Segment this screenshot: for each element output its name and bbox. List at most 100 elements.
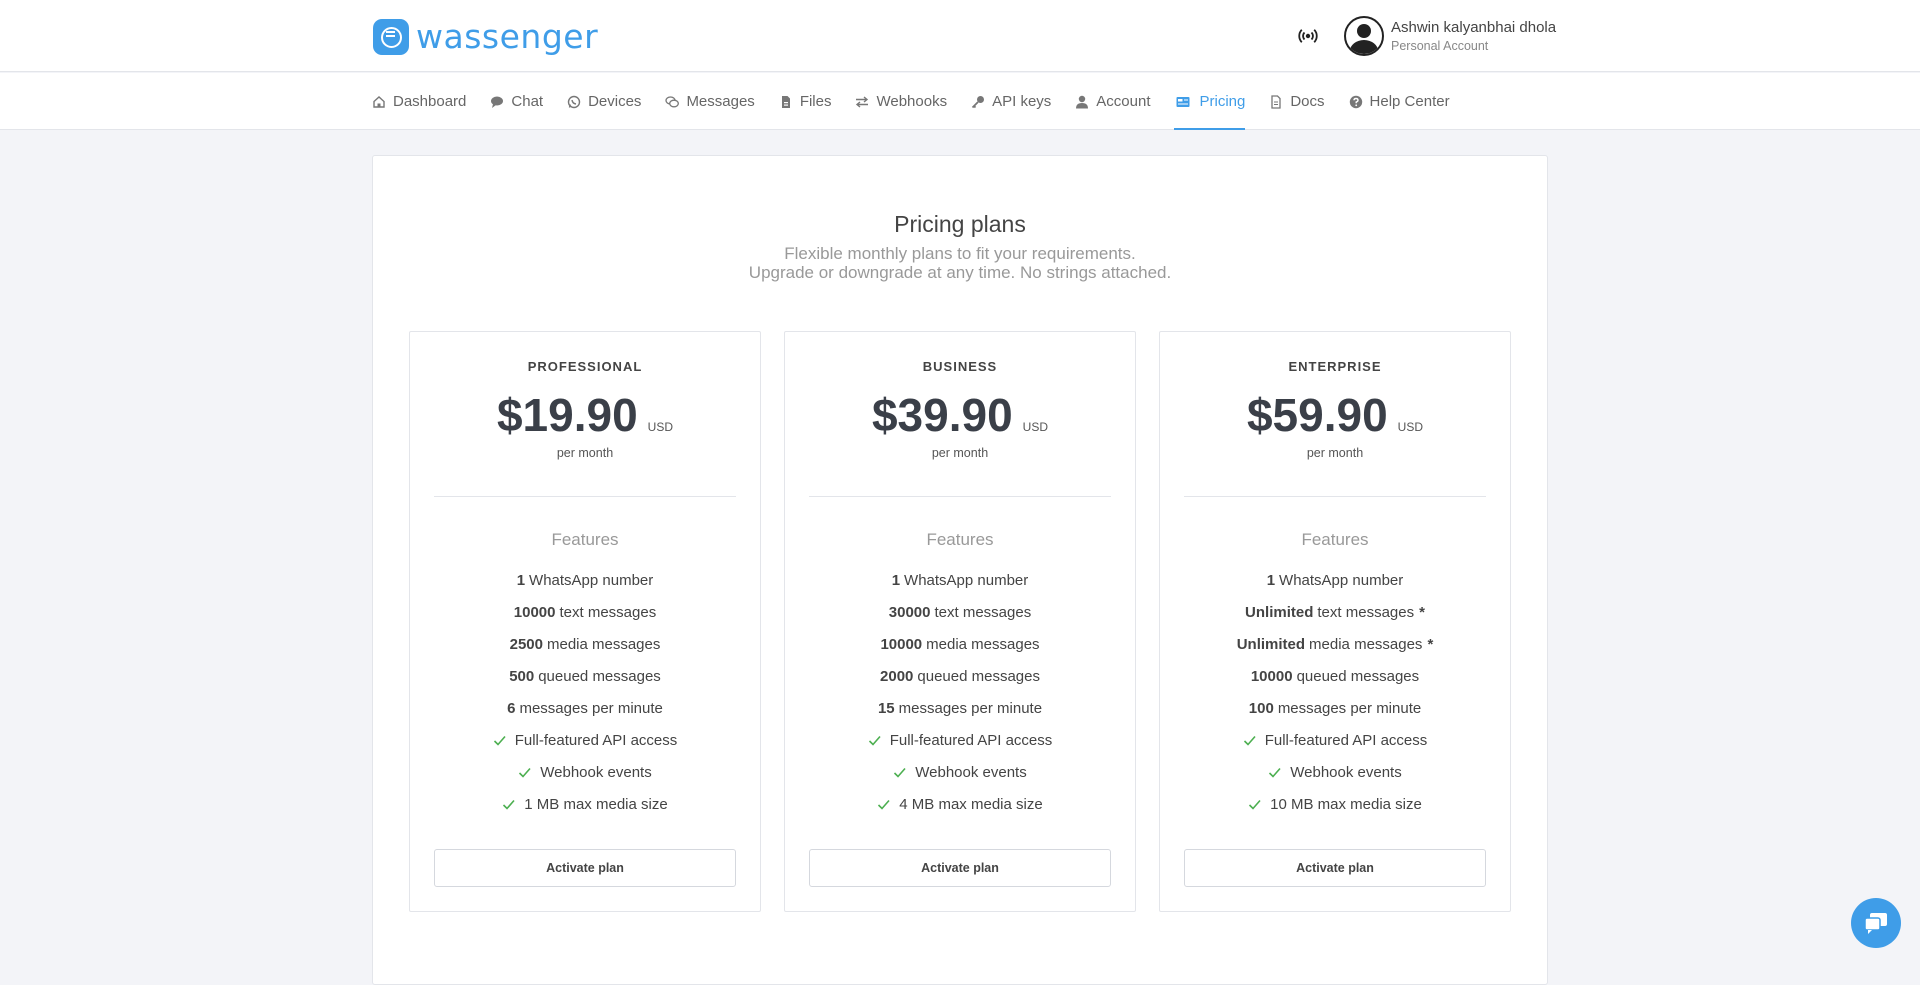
nav-messages[interactable]: Messages bbox=[665, 73, 755, 130]
features-title: Features bbox=[551, 530, 619, 549]
whatsapp-icon bbox=[567, 95, 581, 108]
plan-card-business: BUSINESS $39.90 USD per month Features 1… bbox=[784, 331, 1136, 912]
plan-currency: USD bbox=[1397, 420, 1424, 434]
subtitle-line: Flexible monthly plans to fit your requi… bbox=[784, 244, 1136, 263]
feature-text: media messages bbox=[1309, 635, 1423, 653]
logo[interactable]: wassenger bbox=[373, 17, 598, 56]
feature-text: 1 MB max media size bbox=[524, 795, 668, 813]
feature-value: 1 bbox=[516, 571, 526, 589]
feature-value: 10000 bbox=[880, 635, 923, 653]
feature-value: 1 bbox=[1266, 571, 1276, 589]
feature-value: 2500 bbox=[509, 635, 543, 653]
feature-text: Webhook events bbox=[540, 763, 652, 781]
check-icon bbox=[519, 767, 531, 778]
feature-value: Unlimited bbox=[1236, 635, 1306, 653]
nav-dashboard[interactable]: Dashboard bbox=[372, 73, 466, 130]
nav-label: API keys bbox=[992, 93, 1052, 110]
nav-webhooks[interactable]: Webhooks bbox=[855, 73, 947, 130]
asterisk-note: * bbox=[1427, 635, 1434, 653]
nav-help-center[interactable]: Help Center bbox=[1349, 73, 1450, 130]
feature-item: 6 messages per minute bbox=[410, 692, 760, 724]
divider bbox=[809, 496, 1111, 497]
feature-value: 6 bbox=[507, 699, 516, 717]
feature-text: text messages bbox=[559, 603, 657, 621]
check-icon bbox=[503, 799, 515, 810]
feature-item: 1 WhatsApp number bbox=[410, 564, 760, 596]
main-nav: Dashboard Chat Devices Messages Files We… bbox=[372, 73, 1474, 130]
chat-icon bbox=[491, 96, 504, 108]
activate-plan-button[interactable]: Activate plan bbox=[809, 849, 1111, 887]
feature-item: Webhook events bbox=[1160, 756, 1510, 788]
activate-plan-button[interactable]: Activate plan bbox=[1184, 849, 1486, 887]
nav-api-keys[interactable]: API keys bbox=[971, 73, 1051, 130]
pricing-panel: Pricing plans Flexible monthly plans to … bbox=[372, 155, 1548, 985]
feature-text: WhatsApp number bbox=[1279, 571, 1404, 589]
avatar[interactable] bbox=[1344, 16, 1384, 56]
nav-docs[interactable]: Docs bbox=[1269, 73, 1325, 130]
feature-text: queued messages bbox=[1296, 667, 1420, 685]
plan-period: per month bbox=[931, 446, 989, 460]
nav-files[interactable]: Files bbox=[779, 73, 831, 130]
support-chat-button[interactable] bbox=[1851, 898, 1901, 948]
feature-text: queued messages bbox=[538, 667, 661, 685]
asterisk-note: * bbox=[1419, 603, 1425, 621]
nav-label: Messages bbox=[686, 93, 755, 110]
feature-item: Unlimited media messages * bbox=[1160, 628, 1510, 660]
check-icon bbox=[1249, 799, 1261, 810]
divider bbox=[434, 496, 736, 497]
feature-text: messages per minute bbox=[1277, 699, 1422, 717]
feature-list: 1 WhatsApp number Unlimited text messages *… bbox=[1160, 564, 1510, 820]
feature-text: Full-featured API access bbox=[1264, 731, 1428, 749]
plan-currency: USD bbox=[1022, 420, 1049, 434]
feature-text: text messages bbox=[1317, 603, 1415, 621]
signal-icon[interactable] bbox=[1298, 26, 1318, 46]
feature-text: 4 MB max media size bbox=[899, 795, 1043, 813]
feature-value: 10000 bbox=[513, 603, 556, 621]
feature-text: 10 MB max media size bbox=[1270, 795, 1422, 813]
feature-list: 1 WhatsApp number 30000 text messages 1000… bbox=[785, 564, 1135, 820]
activate-plan-button[interactable]: Activate plan bbox=[434, 849, 736, 887]
feature-text: text messages bbox=[934, 603, 1032, 621]
plan-period: per month bbox=[1306, 446, 1364, 460]
nav-label: Account bbox=[1096, 93, 1151, 110]
check-icon bbox=[878, 799, 890, 810]
divider bbox=[1184, 496, 1486, 497]
user-menu[interactable]: Ashwin kalyanbhai dhola Personal Account bbox=[1391, 19, 1556, 53]
feature-value: 15 bbox=[877, 699, 895, 717]
feature-item: 2500 media messages bbox=[410, 628, 760, 660]
features-title: Features bbox=[926, 530, 994, 549]
feature-item: 10000 media messages bbox=[785, 628, 1135, 660]
nav-label: Dashboard bbox=[393, 93, 467, 110]
feature-text: WhatsApp number bbox=[904, 571, 1029, 589]
price-row: $59.90 USD bbox=[1160, 388, 1510, 442]
feature-item: 1 MB max media size bbox=[410, 788, 760, 820]
feature-item: 1 WhatsApp number bbox=[785, 564, 1135, 596]
feature-item: 2000 queued messages bbox=[785, 660, 1135, 692]
page-title: Pricing plans bbox=[894, 211, 1026, 237]
feature-item: 4 MB max media size bbox=[785, 788, 1135, 820]
feature-item: 1 WhatsApp number bbox=[1160, 564, 1510, 596]
feature-item: 10000 queued messages bbox=[1160, 660, 1510, 692]
nav-label: Docs bbox=[1290, 93, 1325, 110]
nav-label: Chat bbox=[511, 93, 544, 110]
feature-item: Full-featured API access bbox=[1160, 724, 1510, 756]
feature-value: 10000 bbox=[1250, 667, 1293, 685]
plan-period: per month bbox=[556, 446, 614, 460]
feature-value: Unlimited bbox=[1245, 603, 1314, 621]
nav-pricing[interactable]: Pricing bbox=[1174, 73, 1245, 130]
messages-icon bbox=[665, 95, 680, 107]
logo-text: wassenger bbox=[416, 17, 599, 56]
document-icon bbox=[1271, 94, 1281, 109]
feature-text: Webhook events bbox=[915, 763, 1027, 781]
feature-item: 15 messages per minute bbox=[785, 692, 1135, 724]
feature-list: 1 WhatsApp number 10000 text messages 2500… bbox=[410, 564, 760, 820]
nav-account[interactable]: Account bbox=[1075, 73, 1150, 130]
feature-text: WhatsApp number bbox=[529, 571, 654, 589]
nav-devices[interactable]: Devices bbox=[567, 73, 641, 130]
check-icon bbox=[493, 735, 506, 746]
feature-item: 10 MB max media size bbox=[1160, 788, 1510, 820]
feature-item: 500 queued messages bbox=[410, 660, 760, 692]
user-name: Ashwin kalyanbhai dhola bbox=[1391, 19, 1557, 36]
nav-chat[interactable]: Chat bbox=[490, 73, 543, 130]
price-row: $19.90 USD bbox=[410, 388, 760, 442]
